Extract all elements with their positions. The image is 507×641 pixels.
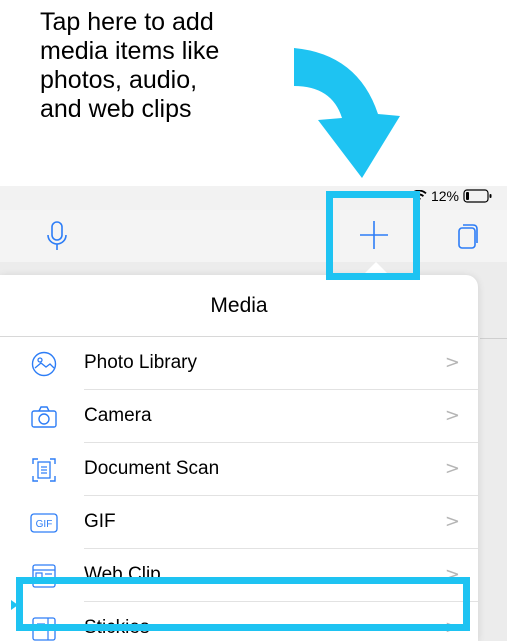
- menu-item-gif[interactable]: GIF GIF >: [0, 496, 478, 549]
- battery-percent: 12%: [430, 188, 459, 204]
- chevron-right-icon: >: [444, 405, 460, 426]
- photo-library-icon: [30, 350, 58, 378]
- chevron-right-icon: >: [444, 458, 460, 479]
- chevron-right-icon: >: [444, 511, 460, 532]
- callout-arrow-icon: [294, 48, 400, 178]
- menu-item-camera[interactable]: Camera >: [0, 390, 478, 443]
- menu-item-label: Camera: [84, 405, 152, 426]
- microphone-icon[interactable]: [46, 220, 68, 252]
- battery-icon: [463, 189, 492, 203]
- camera-icon: [30, 403, 58, 431]
- background-divider: [480, 338, 507, 339]
- popover-title: Media: [210, 294, 268, 317]
- menu-item-document-scan[interactable]: Document Scan >: [0, 443, 478, 496]
- toolbar: [0, 210, 507, 263]
- menu-item-label: GIF: [84, 511, 116, 532]
- gif-badge-text: GIF: [36, 519, 53, 530]
- menu-item-photo-library[interactable]: Photo Library >: [0, 337, 478, 390]
- gif-icon: GIF: [30, 509, 58, 537]
- highlight-box-plus: [326, 191, 420, 280]
- menu-item-label: Document Scan: [84, 458, 220, 479]
- pointer-arrow-icon: [11, 600, 18, 610]
- highlight-box-web-clip: [16, 577, 470, 631]
- pages-icon[interactable]: [456, 222, 480, 250]
- status-bar: 12%: [0, 186, 507, 210]
- document-scan-icon: [30, 456, 58, 484]
- callout-text: Tap here to add media items like photos,…: [40, 8, 220, 123]
- menu-item-label: Photo Library: [84, 352, 198, 373]
- chevron-right-icon: >: [444, 352, 460, 373]
